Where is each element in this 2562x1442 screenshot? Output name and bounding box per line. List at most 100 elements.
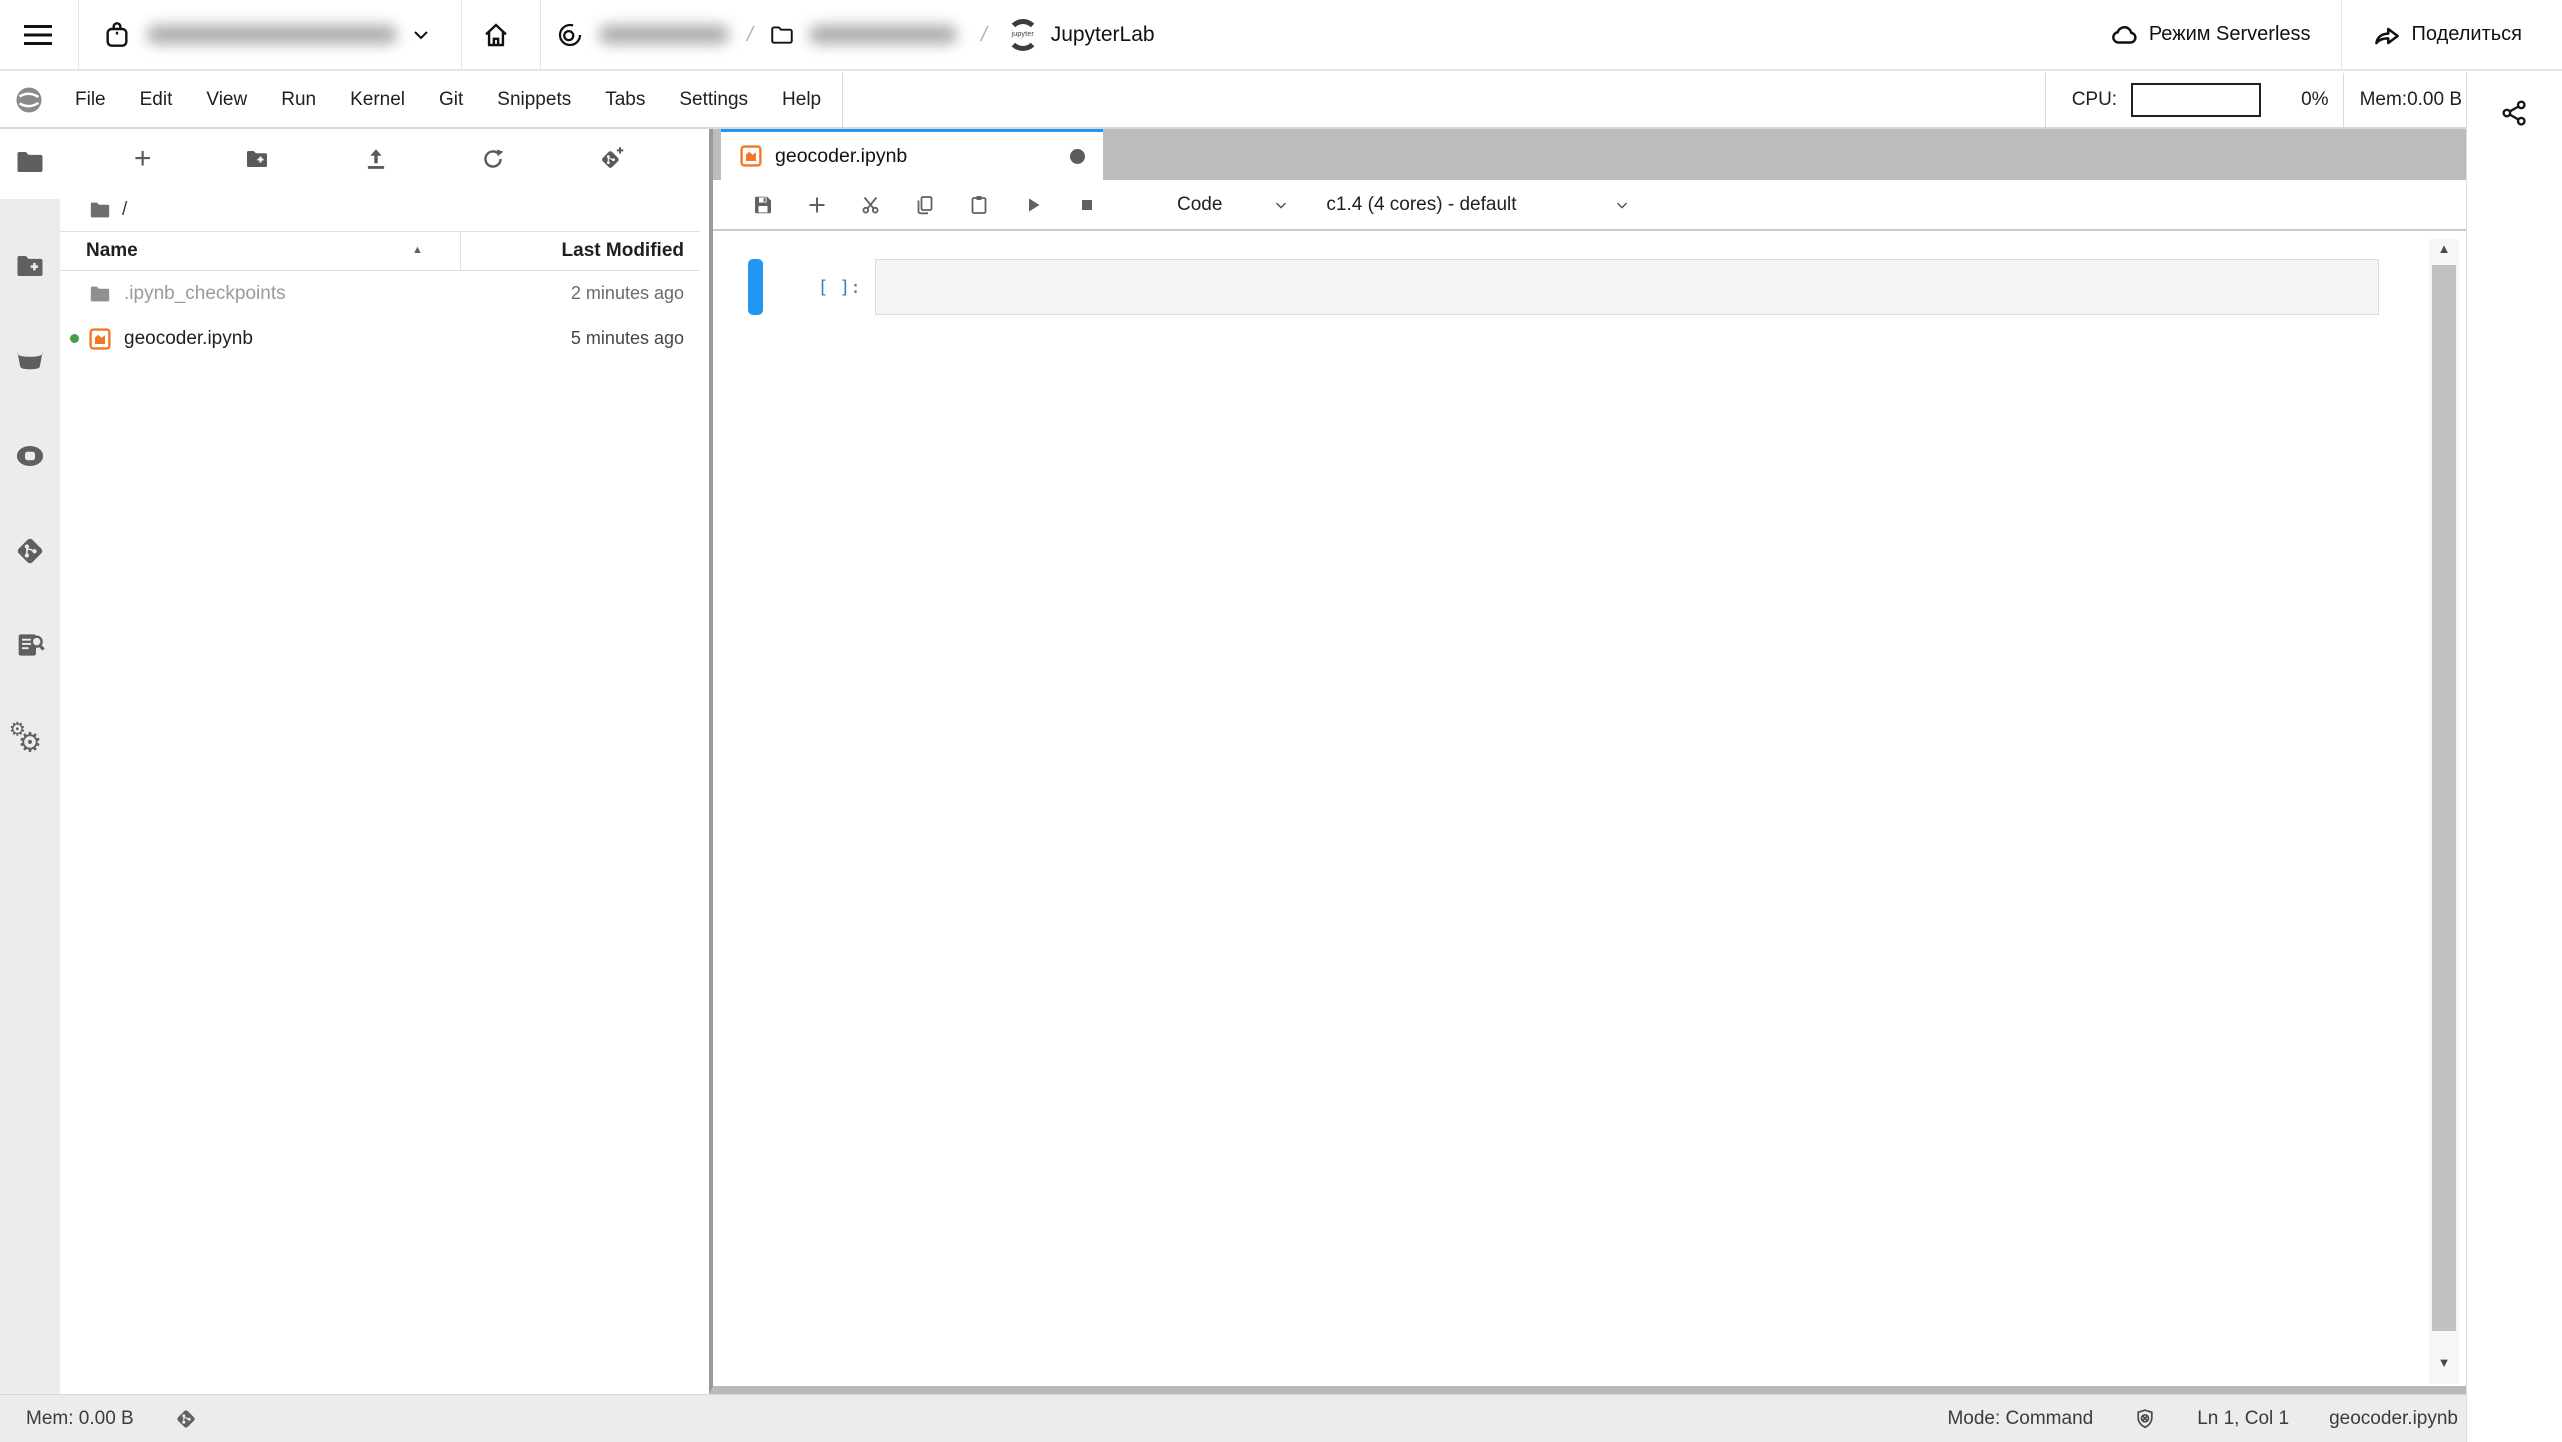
share-button[interactable]: Поделиться	[2372, 20, 2522, 50]
new-folder-button[interactable]	[243, 147, 271, 171]
menu-file[interactable]: File	[58, 89, 123, 111]
insert-cell-button[interactable]	[805, 193, 829, 217]
menu-run[interactable]: Run	[264, 89, 333, 111]
plus-icon	[805, 193, 829, 217]
sidebar-item-new-folder[interactable]	[13, 251, 47, 281]
breadcrumb-root[interactable]: /	[122, 199, 127, 221]
mem-indicator: Mem:0.00 B	[2360, 89, 2462, 111]
running-kernel-dot	[70, 334, 79, 343]
workspace-selector[interactable]	[101, 18, 433, 52]
sort-ascending-icon[interactable]: ▲	[412, 244, 423, 256]
copy-icon	[913, 193, 937, 217]
file-browser-breadcrumb: /	[60, 189, 700, 231]
new-launcher-button[interactable]: +	[134, 144, 152, 174]
home-icon	[480, 19, 512, 51]
sidebar-item-gears[interactable]: ⚙ ⚙	[18, 730, 42, 757]
sidebar-item-running-kernels[interactable]	[11, 441, 49, 471]
project-crumb[interactable]	[555, 20, 729, 50]
active-file-name[interactable]: geocoder.ipynb	[2329, 1408, 2458, 1430]
cell-type-select[interactable]: Code	[1177, 194, 1290, 216]
menu-kernel[interactable]: Kernel	[333, 89, 422, 111]
play-icon	[1021, 193, 1045, 217]
top-bar-right: Режим Serverless Поделиться	[2109, 0, 2562, 69]
git-init-button[interactable]	[598, 145, 626, 173]
folder-icon[interactable]	[88, 199, 112, 221]
cell-code-input[interactable]	[875, 259, 2379, 315]
jupyter-logo-text: jupyter	[1011, 31, 1033, 38]
resource-indicators: CPU: 0% Mem:0.00 B	[2045, 73, 2462, 127]
paste-button[interactable]	[967, 193, 991, 217]
folder-crumb[interactable]	[769, 22, 957, 48]
code-cell: [ ]:	[713, 231, 2467, 315]
home-button[interactable]	[480, 19, 512, 51]
notebook-toolbar: Code c1.4 (4 cores) - default	[713, 180, 2467, 231]
divider	[78, 0, 79, 69]
stop-button[interactable]	[1075, 193, 1099, 217]
chevron-down-icon	[1272, 196, 1290, 214]
paste-icon	[967, 193, 991, 217]
menu-help[interactable]: Help	[765, 89, 838, 111]
column-name[interactable]: Name	[60, 240, 138, 262]
file-modified: 2 minutes ago	[571, 283, 700, 304]
divider	[2045, 73, 2046, 127]
file-row-ipynb-checkpoints[interactable]: .ipynb_checkpoints 2 minutes ago	[60, 271, 700, 316]
cursor-position[interactable]: Ln 1, Col 1	[2197, 1408, 2289, 1430]
save-button[interactable]	[751, 193, 775, 217]
menu-settings[interactable]: Settings	[662, 89, 765, 111]
status-right: Mode: Command Ln 1, Col 1 geocoder.ipynb	[1947, 1407, 2458, 1431]
plus-icon: +	[134, 144, 152, 174]
file-list-header: Name ▲ Last Modified	[60, 231, 700, 271]
hamburger-icon	[22, 22, 54, 48]
cpu-usage-bar	[2131, 83, 2261, 117]
serverless-mode-button[interactable]: Режим Serverless	[2109, 20, 2311, 50]
run-button[interactable]	[1021, 193, 1045, 217]
notebook-scrollbar[interactable]: ▲ ▼	[2429, 239, 2459, 1384]
git-status-icon[interactable]	[174, 1407, 198, 1431]
menu-git[interactable]: Git	[422, 89, 480, 111]
upload-button[interactable]	[363, 146, 389, 172]
bag-icon	[101, 18, 133, 52]
product-title: JupyterLab	[1051, 23, 1155, 47]
target-icon	[555, 20, 585, 50]
folder-icon	[769, 22, 795, 48]
menu-tabs[interactable]: Tabs	[588, 89, 662, 111]
sidebar-item-snippets-search[interactable]	[13, 629, 47, 661]
serverless-label: Режим Serverless	[2149, 23, 2311, 46]
scroll-down-arrow[interactable]: ▼	[2429, 1355, 2459, 1370]
menu-snippets[interactable]: Snippets	[480, 89, 588, 111]
sidebar-item-bucket-storage[interactable]	[12, 343, 48, 375]
file-browser-panel: +	[60, 129, 700, 1394]
stop-icon	[1075, 193, 1099, 217]
divider	[2341, 0, 2342, 69]
copy-button[interactable]	[913, 193, 937, 217]
cut-button[interactable]	[859, 193, 883, 217]
scroll-up-arrow[interactable]: ▲	[2429, 241, 2459, 256]
sidebar-item-git[interactable]	[13, 534, 47, 568]
hamburger-menu-button[interactable]	[22, 22, 54, 48]
menus: File Edit View Run Kernel Git Snippets T…	[58, 89, 838, 111]
folder-plus-icon	[13, 251, 47, 281]
breadcrumb: / / jupyter JupyterLab	[555, 19, 1155, 51]
menu-edit[interactable]: Edit	[123, 89, 190, 111]
column-last-modified[interactable]: Last Modified	[562, 240, 684, 262]
divider	[2343, 73, 2344, 127]
mode-status[interactable]: Mode: Command	[1947, 1408, 2093, 1430]
sidebar-item-file-browser[interactable]	[13, 147, 47, 177]
unsaved-changes-dot[interactable]	[1070, 149, 1085, 164]
kernel-select[interactable]: c1.4 (4 cores) - default	[1326, 194, 1630, 216]
folder-icon	[13, 147, 47, 177]
mem-status[interactable]: Mem: 0.00 B	[26, 1408, 134, 1430]
status-left: Mem: 0.00 B	[26, 1407, 198, 1431]
refresh-button[interactable]	[480, 146, 506, 172]
shield-x-icon[interactable]	[2133, 1407, 2157, 1431]
share-graph-button[interactable]	[2500, 98, 2530, 128]
tab-geocoder-ipynb[interactable]: geocoder.ipynb	[721, 129, 1103, 180]
file-modified: 5 minutes ago	[571, 328, 700, 349]
divider	[842, 73, 843, 127]
right-sidebar-strip	[2466, 72, 2562, 1442]
kernel-value: c1.4 (4 cores) - default	[1326, 194, 1516, 216]
menu-view[interactable]: View	[189, 89, 264, 111]
file-row-geocoder-ipynb[interactable]: geocoder.ipynb 5 minutes ago	[60, 316, 700, 361]
scrollbar-thumb[interactable]	[2432, 265, 2456, 1331]
top-bar-left: / / jupyter JupyterLab	[0, 0, 1155, 69]
